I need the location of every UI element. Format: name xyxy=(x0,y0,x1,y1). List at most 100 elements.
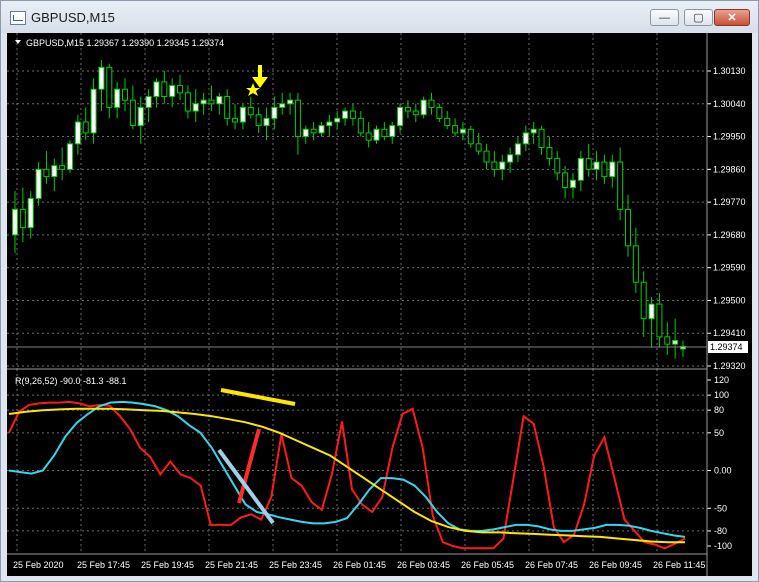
time-tick-label: 25 Feb 21:45 xyxy=(205,560,258,570)
bull-candle xyxy=(648,303,655,320)
indicator-tick-label: 80 xyxy=(714,405,724,415)
bear-candle xyxy=(43,168,50,178)
bull-candle xyxy=(279,103,286,108)
bear-candle xyxy=(129,99,136,127)
indicator-tick-label: 0.00 xyxy=(714,466,732,476)
indicator-tick-label: -80 xyxy=(714,526,727,536)
bull-candle xyxy=(342,110,349,119)
bear-candle xyxy=(656,303,663,338)
bull-candle xyxy=(522,132,529,145)
bull-candle xyxy=(514,143,521,156)
current-price-label: 1.29374 xyxy=(710,342,743,352)
bull-candle xyxy=(530,128,537,134)
bear-candle xyxy=(436,106,443,119)
time-tick-label: 25 Feb 17:45 xyxy=(77,560,130,570)
yellow-trendline[interactable] xyxy=(220,388,296,406)
bear-candle xyxy=(624,208,631,247)
bull-candle xyxy=(569,179,576,189)
bull-candle xyxy=(302,128,309,138)
bull-candle xyxy=(609,161,616,178)
bull-candle xyxy=(51,165,58,178)
axes: 25 Feb 2020 25 Feb 17:45 25 Feb 19:45 25 Fe… xyxy=(13,66,746,570)
bull-candle xyxy=(459,128,466,134)
light-blue-trendline[interactable] xyxy=(217,448,275,525)
bull-candle xyxy=(98,66,105,90)
price-tick-label: 1.29500 xyxy=(713,295,746,305)
maximize-button[interactable]: ▢ xyxy=(684,9,713,26)
bull-candle xyxy=(373,128,380,141)
bear-candle xyxy=(349,110,356,119)
bull-candle xyxy=(593,161,600,170)
bull-candle xyxy=(74,121,81,145)
bear-candle xyxy=(122,88,129,101)
bear-candle xyxy=(475,143,482,152)
bull-candle xyxy=(287,99,294,105)
indicator-tick-label: -100 xyxy=(714,541,732,551)
price-tick-label: 1.29860 xyxy=(713,164,746,174)
bear-candle xyxy=(444,117,451,127)
indicator-lines xyxy=(8,400,686,550)
bear-candle xyxy=(452,125,459,134)
bear-candle xyxy=(106,66,113,108)
bear-candle xyxy=(357,117,364,134)
bear-candle xyxy=(365,132,372,141)
bear-candle xyxy=(247,106,254,116)
bull-candle xyxy=(90,88,97,134)
bull-candle xyxy=(499,161,506,170)
minimize-button[interactable]: — xyxy=(650,9,679,26)
indicator-tick-label: 120 xyxy=(714,375,729,385)
time-tick-label: 25 Feb 19:45 xyxy=(141,560,194,570)
price-tick-label: 1.30130 xyxy=(713,66,746,76)
bear-candle xyxy=(538,128,545,148)
bear-candle xyxy=(224,95,231,119)
down-arrow-icon xyxy=(252,65,268,88)
price-tick-label: 1.30040 xyxy=(713,99,746,109)
bear-candle xyxy=(82,121,89,134)
price-tick-label: 1.29950 xyxy=(713,132,746,142)
bull-candle xyxy=(397,106,404,127)
bull-candle xyxy=(137,106,144,127)
bear-candle xyxy=(617,161,624,210)
price-tick-label: 1.29770 xyxy=(713,197,746,207)
price-tick-label: 1.29410 xyxy=(713,328,746,338)
bear-candle xyxy=(161,81,168,97)
bull-candle xyxy=(35,168,42,199)
time-tick-label: 26 Feb 09:45 xyxy=(589,560,642,570)
bull-candle xyxy=(67,143,74,170)
bull-candle xyxy=(326,121,333,127)
bull-candle xyxy=(239,106,246,123)
time-tick-label: 25 Feb 23:45 xyxy=(269,560,322,570)
bear-candle xyxy=(483,150,490,163)
chart-window: GBPUSD,M15 — ▢ ✕ 25 Feb 2020 25 Feb 17:45… xyxy=(0,0,759,582)
bull-candle xyxy=(169,85,176,97)
title-bar[interactable]: GBPUSD,M15 — ▢ ✕ xyxy=(1,1,758,33)
symbol-menu-triangle-icon[interactable] xyxy=(15,40,21,44)
chart-area[interactable]: 25 Feb 2020 25 Feb 17:45 25 Feb 19:45 25 Fe… xyxy=(7,33,752,576)
time-tick-label: 26 Feb 05:45 xyxy=(461,560,514,570)
bear-candle xyxy=(19,208,26,229)
time-tick-label: 26 Feb 11:45 xyxy=(653,560,705,570)
bull-candle xyxy=(334,117,341,123)
bull-candle xyxy=(271,106,278,119)
bull-candle xyxy=(192,103,199,112)
bear-candle xyxy=(562,172,569,189)
bear-candle xyxy=(232,117,239,123)
bear-candle xyxy=(294,99,301,138)
bull-candle xyxy=(153,81,160,97)
bear-candle xyxy=(664,336,671,345)
bear-candle xyxy=(310,128,317,134)
bull-candle xyxy=(420,99,427,116)
bear-candle xyxy=(412,110,419,116)
bull-candle xyxy=(145,95,152,108)
medium-indicator-line xyxy=(8,400,686,538)
bull-candle xyxy=(389,125,396,138)
close-button[interactable]: ✕ xyxy=(714,9,750,26)
bull-candle xyxy=(507,154,514,163)
bull-candle xyxy=(27,197,34,229)
bull-candle xyxy=(263,117,270,127)
chart-canvas[interactable]: 25 Feb 2020 25 Feb 17:45 25 Feb 19:45 25 Fe… xyxy=(7,33,752,576)
window-title: GBPUSD,M15 xyxy=(31,10,115,25)
candlesticks xyxy=(12,60,686,359)
bear-candle xyxy=(381,128,388,138)
price-tick-label: 1.29320 xyxy=(713,361,746,371)
